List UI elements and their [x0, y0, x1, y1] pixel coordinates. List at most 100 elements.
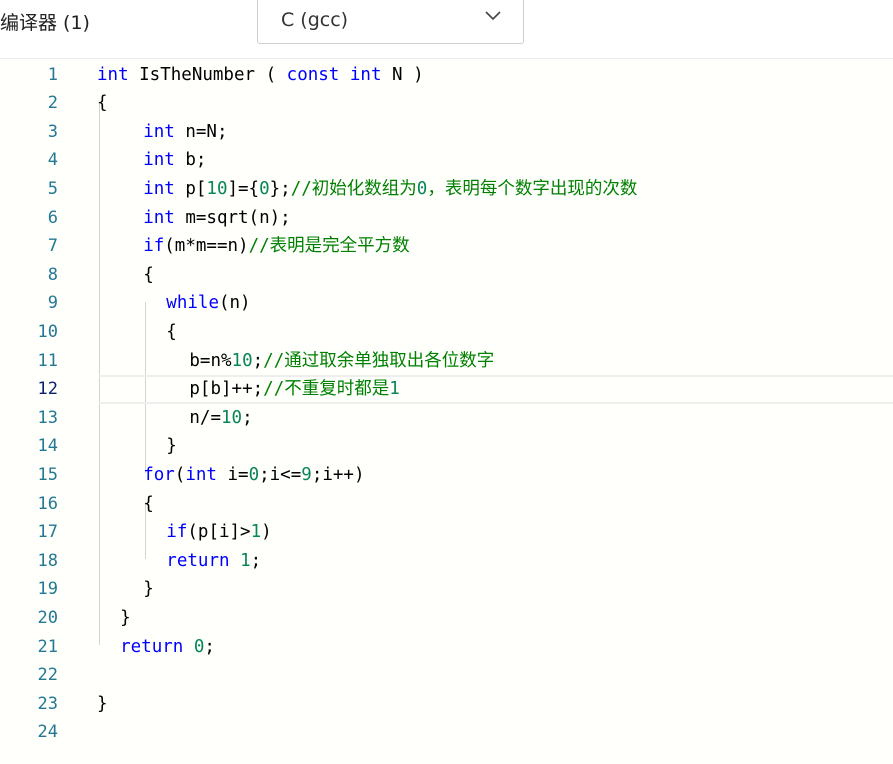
indent-guide [99, 102, 100, 645]
code-line: } [120, 604, 131, 633]
line-number: 8 [47, 264, 58, 285]
code-text: ]={ [227, 178, 260, 199]
language-select[interactable]: C (gcc) [257, 0, 524, 44]
code-text: IsTheNumber ( [128, 64, 287, 85]
code-text: ; [204, 636, 215, 657]
line-number: 12 [37, 379, 58, 400]
code-line: while(n) [166, 289, 250, 318]
code-keyword: int [349, 64, 382, 85]
code-text: { [97, 93, 108, 114]
code-number: 10 [221, 407, 243, 428]
code-text: ; [242, 407, 253, 428]
line-number: 7 [47, 236, 58, 257]
code-number: 0 [259, 178, 270, 199]
code-text: } [120, 607, 131, 628]
line-number: 10 [37, 321, 58, 342]
code-number: 10 [231, 350, 253, 371]
line-number: 16 [37, 493, 58, 514]
code-text: ( [174, 464, 186, 485]
code-text: ;i++) [311, 464, 365, 485]
code-number: 0 [193, 636, 205, 657]
code-number: 0 [248, 464, 260, 485]
compiler-toolbar: 编译器 (1) C (gcc) [0, 0, 893, 58]
code-line: return 0; [120, 633, 215, 662]
code-text: n/= [189, 407, 221, 428]
chevron-down-icon [485, 11, 501, 21]
code-line: p[b]++;//不重复时都是1 [189, 375, 399, 404]
code-line: if(m*m==n)//表明是完全平方数 [143, 232, 409, 261]
line-number: 24 [37, 722, 58, 743]
line-number: 18 [37, 550, 58, 571]
compiler-label: 编译器 (1) [0, 12, 90, 34]
code-text: b=n% [189, 350, 232, 371]
code-text: ;i<= [259, 464, 302, 485]
line-number: 19 [37, 579, 58, 600]
code-editor[interactable]: 1 int IsTheNumber ( const int N ) 2 {3 int n… [0, 58, 893, 764]
code-text: { [143, 264, 154, 285]
code-number: 1 [389, 379, 400, 400]
code-number: 1 [250, 522, 262, 543]
code-keyword: if [143, 236, 165, 257]
code-line: int m=sqrt(n); [143, 204, 291, 233]
code-line: int IsTheNumber ( const int N ) [97, 61, 424, 90]
code-text: ; [250, 550, 262, 571]
code-line: if(p[i]>1) [166, 518, 271, 547]
code-number: 10 [206, 178, 228, 199]
line-number: 21 [37, 636, 58, 657]
code-number: 0 [416, 178, 428, 199]
code-text: } [166, 436, 177, 457]
code-line: int b; [143, 146, 206, 175]
code-text: p[ [174, 178, 207, 199]
code-text: m=sqrt(n); [174, 207, 291, 228]
code-line: } [166, 432, 177, 461]
line-number: 3 [47, 121, 58, 142]
code-text: N ) [381, 64, 424, 85]
code-line: int p[10]={0};//初始化数组为0，表明每个数字出现的次数 [143, 175, 637, 204]
line-number: 13 [37, 407, 58, 428]
code-text: } [143, 579, 154, 600]
code-keyword: int [143, 207, 175, 228]
code-keyword: int [97, 64, 129, 85]
line-number: 2 [47, 93, 58, 114]
code-line: { [143, 490, 154, 519]
line-number: 11 [37, 350, 58, 371]
code-line: for(int i=0;i<=9;i++) [143, 461, 364, 490]
code-comment: //通过取余单独取出各位数字 [263, 350, 495, 371]
line-number: 6 [47, 207, 58, 228]
line-number: 23 [37, 693, 58, 714]
code-keyword: const [286, 64, 340, 85]
code-text: p[b]++; [189, 379, 264, 400]
code-line: } [143, 575, 154, 604]
code-text: i= [216, 464, 249, 485]
line-number: 14 [37, 436, 58, 457]
code-keyword: if [166, 522, 188, 543]
line-number: 20 [37, 607, 58, 628]
code-text: (n) [218, 293, 251, 314]
line-number: 22 [37, 665, 58, 686]
code-text: }; [269, 178, 291, 199]
code-comment: //不重复时都是 [263, 379, 390, 400]
line-number: 15 [37, 464, 58, 485]
code-text: ; [252, 350, 264, 371]
language-select-value: C (gcc) [281, 9, 349, 31]
line-number: 1 [47, 64, 58, 85]
code-text: { [166, 321, 177, 342]
code-keyword: for [143, 464, 175, 485]
code-line: { [143, 261, 154, 290]
code-line: return 1; [166, 547, 261, 576]
code-comment: ，表明每个数字出现的次数 [427, 178, 638, 199]
line-number: 17 [37, 522, 58, 543]
code-line: n/=10; [189, 404, 252, 433]
code-text: n=N; [174, 121, 228, 142]
code-number: 9 [301, 464, 312, 485]
code-keyword: int [143, 178, 175, 199]
code-text: (p[i]> [187, 522, 251, 543]
code-keyword: return [120, 636, 184, 657]
code-keyword: int [143, 121, 175, 142]
code-text: (m*m==n) [164, 236, 249, 257]
code-keyword: while [166, 293, 219, 314]
code-number: 1 [240, 550, 251, 571]
